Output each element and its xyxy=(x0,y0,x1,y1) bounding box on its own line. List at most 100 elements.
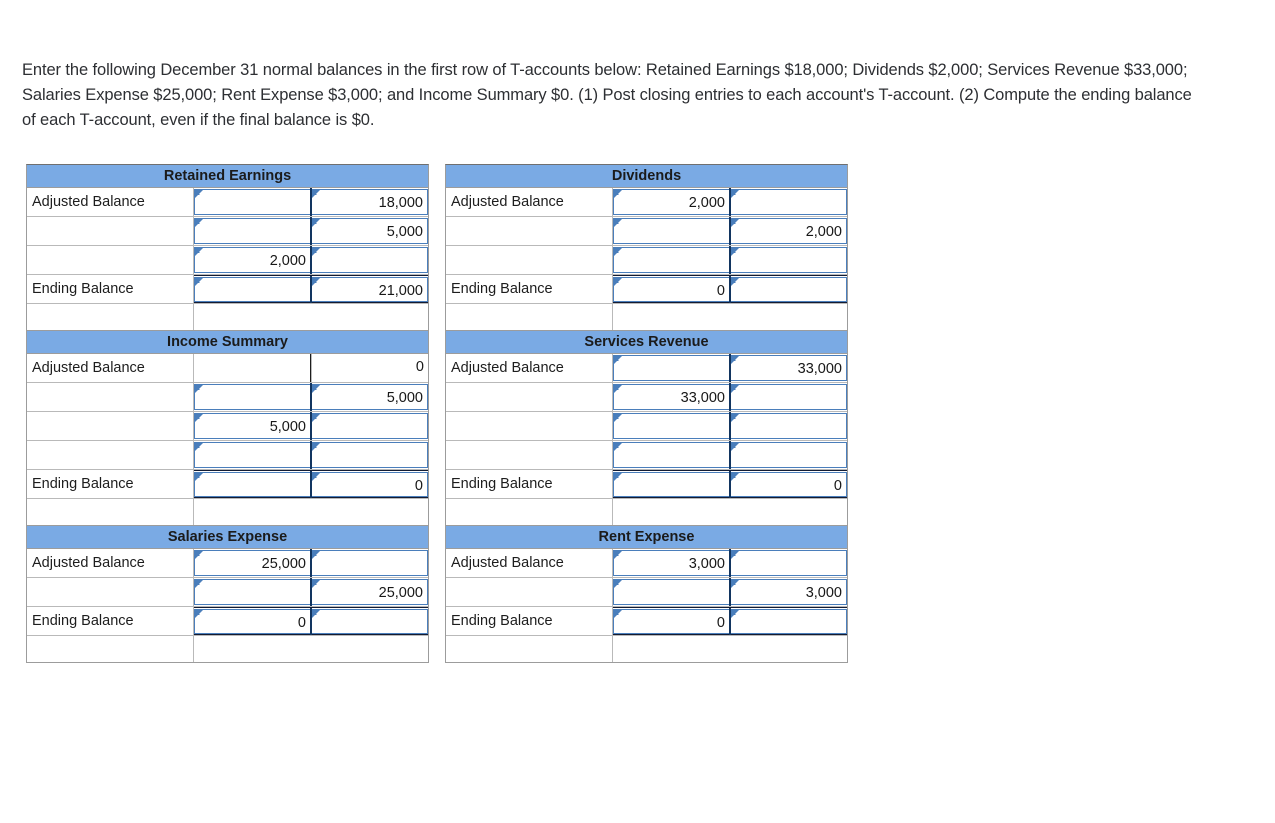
t-account-salaries-expense: Salaries Expense Adjusted Balance 25,000 25… xyxy=(26,526,429,663)
credit-cell[interactable] xyxy=(730,384,847,410)
debit-cell[interactable] xyxy=(613,355,730,381)
credit-cell[interactable]: 3,000 xyxy=(730,579,847,605)
credit-cell[interactable]: 18,000 xyxy=(311,189,428,215)
credit-cell[interactable] xyxy=(730,550,847,576)
debit-cell[interactable]: 0 xyxy=(613,609,730,634)
row-label: Ending Balance xyxy=(27,470,194,498)
row-cells xyxy=(613,441,847,469)
credit-cell[interactable]: 0 xyxy=(311,472,428,497)
debit-cell[interactable]: 2,000 xyxy=(194,247,311,273)
debit-cell[interactable] xyxy=(194,384,311,410)
row-label xyxy=(446,441,613,469)
row-label xyxy=(446,246,613,274)
debit-cell[interactable] xyxy=(194,579,311,605)
row-label xyxy=(27,412,194,440)
debit-cell[interactable]: 0 xyxy=(194,609,311,634)
credit-cell[interactable]: 5,000 xyxy=(311,384,428,410)
row-cells: 0 xyxy=(613,275,847,303)
debit-cell[interactable]: 0 xyxy=(613,277,730,302)
row-cells: 25,000 xyxy=(194,549,428,577)
debit-value: 3,000 xyxy=(688,556,725,572)
credit-cell[interactable]: 33,000 xyxy=(730,355,847,381)
t-account-row: Ending Balance 0 xyxy=(27,607,428,636)
debit-cell[interactable]: 3,000 xyxy=(613,550,730,576)
t-account-row xyxy=(446,441,847,470)
credit-cell[interactable] xyxy=(730,189,847,215)
row-cells: 21,000 xyxy=(194,275,428,303)
t-account-row: 5,000 xyxy=(27,383,428,412)
debit-value: 2,000 xyxy=(688,195,725,211)
t-account-income-summary: Income Summary Adjusted Balance 0 5,000 5,00… xyxy=(26,331,429,526)
debit-cell[interactable]: 33,000 xyxy=(613,384,730,410)
debit-cell[interactable]: 25,000 xyxy=(194,550,311,576)
row-label xyxy=(27,217,194,245)
credit-value: 0 xyxy=(415,359,424,375)
debit-cell[interactable] xyxy=(194,218,311,244)
debit-cell[interactable] xyxy=(194,189,311,215)
debit-cell[interactable] xyxy=(613,218,730,244)
row-cells: 2,000 xyxy=(194,246,428,274)
row-cells: 5,000 xyxy=(194,412,428,440)
credit-cell[interactable] xyxy=(311,413,428,439)
credit-cell[interactable] xyxy=(311,247,428,273)
row-cells xyxy=(613,412,847,440)
row-cells xyxy=(613,246,847,274)
credit-cell[interactable] xyxy=(730,247,847,273)
t-account-row: Ending Balance 0 xyxy=(27,470,428,499)
debit-cell[interactable] xyxy=(613,442,730,468)
t-account-retained-earnings: Retained Earnings Adjusted Balance 18,000 5… xyxy=(26,164,429,331)
credit-cell[interactable]: 5,000 xyxy=(311,218,428,244)
spacer-label xyxy=(446,636,613,662)
debit-cell[interactable] xyxy=(194,472,311,497)
credit-value: 5,000 xyxy=(386,390,423,406)
debit-cell xyxy=(194,354,311,382)
credit-value: 5,000 xyxy=(386,224,423,240)
debit-value: 2,000 xyxy=(269,253,306,269)
t-account-spacer-row xyxy=(446,636,847,662)
credit-cell[interactable] xyxy=(311,442,428,468)
credit-cell[interactable]: 25,000 xyxy=(311,579,428,605)
debit-cell[interactable] xyxy=(194,442,311,468)
t-account-spacer-row xyxy=(446,499,847,525)
credit-cell[interactable]: 0 xyxy=(730,472,847,497)
t-account-row: Ending Balance 0 xyxy=(446,607,847,636)
spacer-cells xyxy=(613,499,847,525)
t-account-rent-expense: Rent Expense Adjusted Balance 3,000 3,000 En… xyxy=(445,526,848,663)
credit-cell[interactable] xyxy=(730,413,847,439)
credit-cell[interactable] xyxy=(311,609,428,634)
row-label xyxy=(27,246,194,274)
credit-cell[interactable] xyxy=(730,442,847,468)
t-account-row: 2,000 xyxy=(27,246,428,275)
debit-cell[interactable]: 2,000 xyxy=(613,189,730,215)
row-label: Adjusted Balance xyxy=(27,354,194,382)
credit-value: 0 xyxy=(414,478,423,494)
credit-cell[interactable] xyxy=(730,277,847,302)
row-cells: 33,000 xyxy=(613,383,847,411)
row-label: Ending Balance xyxy=(446,275,613,303)
row-cells: 0 xyxy=(194,354,428,382)
debit-cell[interactable] xyxy=(613,413,730,439)
t-account-title-retained-earnings: Retained Earnings xyxy=(27,165,428,188)
credit-value: 0 xyxy=(833,478,842,494)
credit-value: 18,000 xyxy=(378,195,423,211)
debit-cell[interactable] xyxy=(613,247,730,273)
t-account-row: 2,000 xyxy=(446,217,847,246)
credit-cell[interactable]: 2,000 xyxy=(730,218,847,244)
t-accounts-area: Retained Earnings Adjusted Balance 18,000 5… xyxy=(26,164,856,663)
row-cells: 0 xyxy=(613,607,847,635)
spacer-cells xyxy=(613,636,847,662)
credit-cell[interactable]: 21,000 xyxy=(311,277,428,302)
t-account-column-left: Retained Earnings Adjusted Balance 18,000 5… xyxy=(26,164,429,663)
debit-cell[interactable]: 5,000 xyxy=(194,413,311,439)
spacer-cells xyxy=(194,499,428,525)
debit-cell[interactable] xyxy=(613,472,730,497)
debit-cell[interactable] xyxy=(613,579,730,605)
t-account-spacer-row xyxy=(27,304,428,330)
credit-cell[interactable] xyxy=(311,550,428,576)
row-cells: 2,000 xyxy=(613,217,847,245)
debit-cell[interactable] xyxy=(194,277,311,302)
spacer-label xyxy=(27,636,194,662)
t-account-dividends: Dividends Adjusted Balance 2,000 2,000 Endin… xyxy=(445,164,848,331)
t-account-row: 25,000 xyxy=(27,578,428,607)
credit-cell[interactable] xyxy=(730,609,847,634)
